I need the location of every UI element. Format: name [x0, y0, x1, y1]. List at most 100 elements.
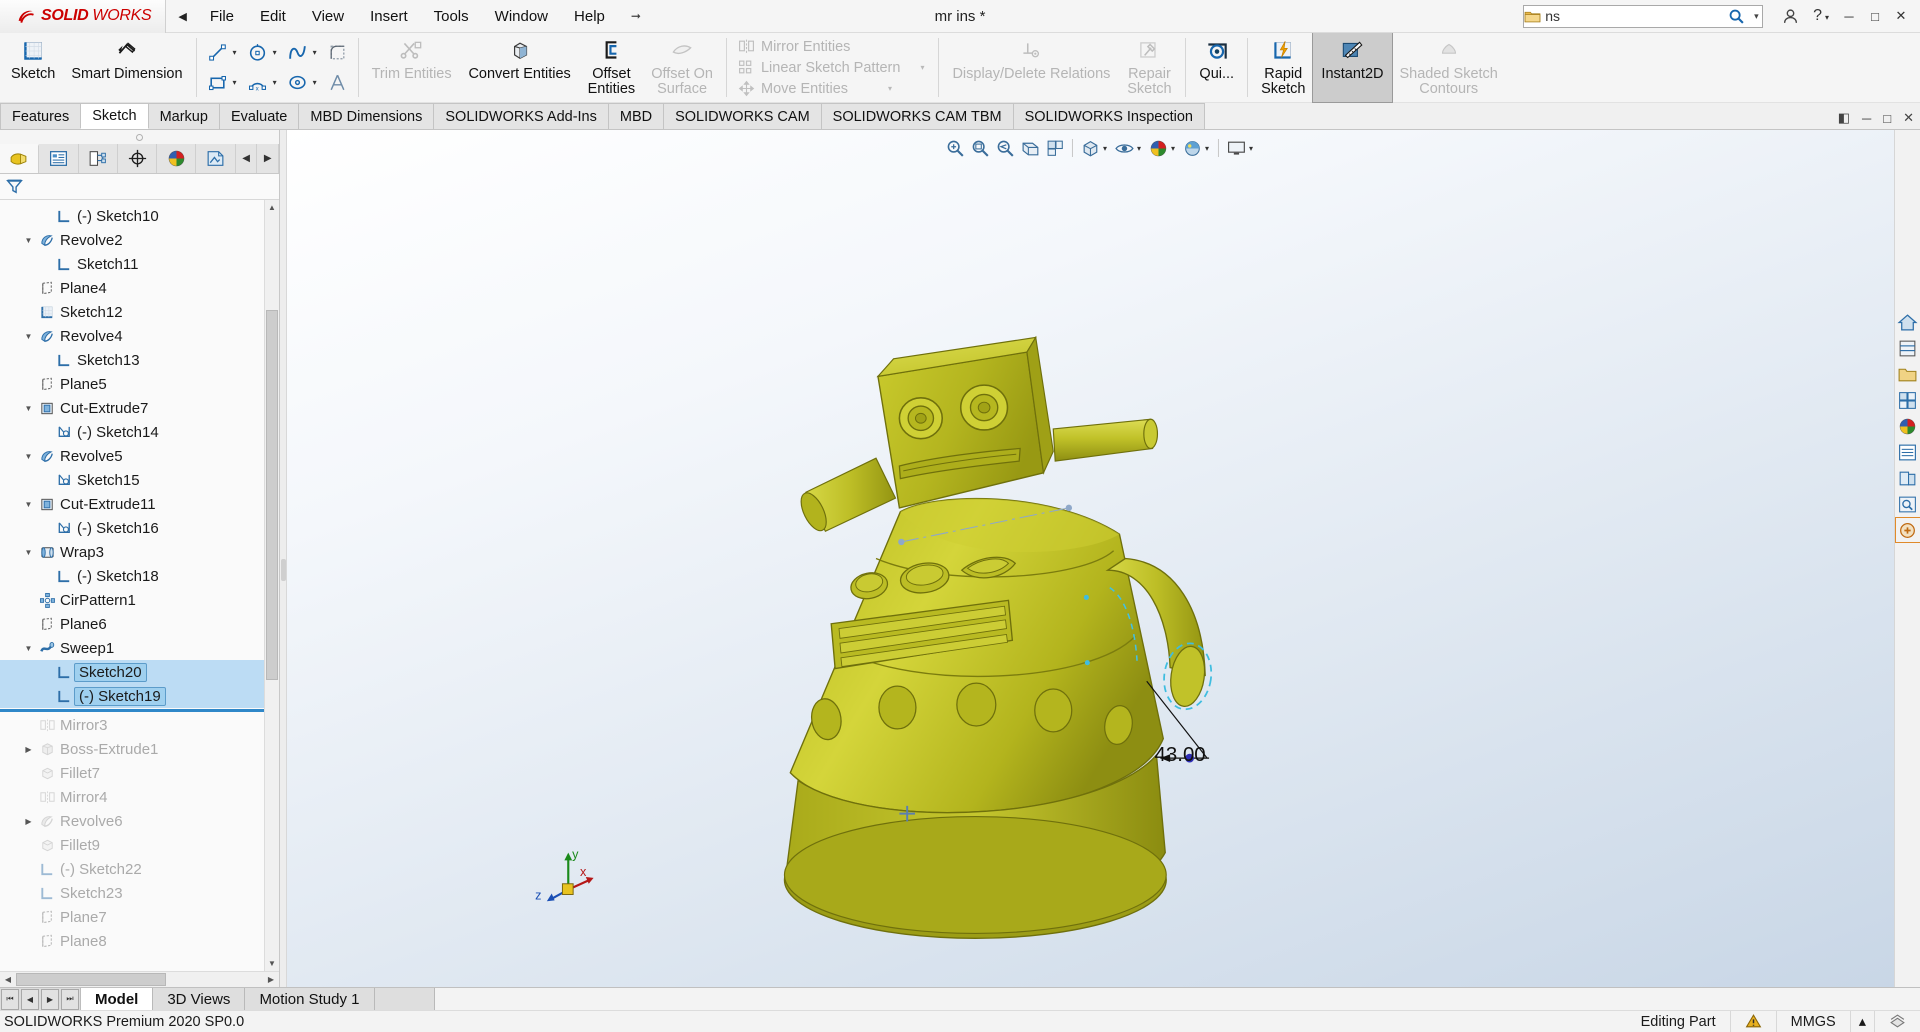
rectangle-tool-button[interactable]	[204, 70, 231, 95]
tab-solidworks-add-ins[interactable]: SOLIDWORKS Add-Ins	[433, 103, 609, 129]
menu-collapse-arrow[interactable]: ◀	[166, 10, 196, 23]
apply-scene-chevron-down-icon[interactable]: ▾	[1205, 144, 1213, 153]
offset-on-surface-button[interactable]: Offset On Surface	[643, 33, 721, 102]
zoom-to-fit-button[interactable]	[943, 136, 967, 160]
zoom-to-area-button[interactable]	[968, 136, 992, 160]
feature-tree-item[interactable]: (-) Sketch14	[0, 420, 279, 444]
window-minimize-icon[interactable]: ─	[1860, 111, 1873, 126]
feature-tree-item[interactable]: ▼Revolve2	[0, 228, 279, 252]
user-account-icon[interactable]	[1775, 8, 1806, 25]
hscrollbar-thumb[interactable]	[16, 973, 166, 986]
feature-tree-item[interactable]: Sketch12	[0, 300, 279, 324]
feature-tree-item[interactable]: ▶Revolve6	[0, 809, 279, 833]
rapid-sketch-button[interactable]: Rapid Sketch	[1253, 33, 1313, 102]
feature-tree-item[interactable]: Plane8	[0, 929, 279, 953]
shaded-sketch-contours-button[interactable]: Shaded Sketch Contours	[1392, 33, 1506, 102]
chevron-down-icon[interactable]: ▼	[21, 452, 36, 461]
library-icon[interactable]	[1896, 336, 1920, 360]
tab-markup[interactable]: Markup	[148, 103, 220, 129]
feature-tree-hscrollbar[interactable]: ◀ ▶	[0, 971, 279, 987]
ellipse-tool-chevron-down-icon[interactable]: ▾	[311, 78, 322, 87]
help-icon[interactable]: ?▾	[1806, 7, 1836, 25]
tab-evaluate[interactable]: Evaluate	[219, 103, 299, 129]
property-manager-tab[interactable]	[39, 144, 78, 173]
restore-panel-icon[interactable]: ◧	[1836, 110, 1852, 126]
instant2d-button[interactable]: Instant2D	[1313, 33, 1391, 102]
tab-mbd-dimensions[interactable]: MBD Dimensions	[298, 103, 434, 129]
tab-features[interactable]: Features	[0, 103, 81, 129]
edit-appearance-chevron-down-icon[interactable]: ▾	[1171, 144, 1179, 153]
tab-sketch[interactable]: Sketch	[80, 103, 148, 129]
feature-tree-item[interactable]: Plane6	[0, 612, 279, 636]
tabs-scroll-arrow-right[interactable]: ▶	[257, 144, 279, 173]
highlighted-tool-icon[interactable]	[1896, 518, 1920, 542]
search-input[interactable]	[1543, 8, 1728, 24]
display-style-chevron-down-icon[interactable]: ▾	[1103, 144, 1111, 153]
ellipse-tool-button[interactable]	[284, 70, 311, 95]
tab-solidworks-inspection[interactable]: SOLIDWORKS Inspection	[1013, 103, 1205, 129]
search-chevron-down-icon[interactable]: ▾	[1751, 11, 1762, 22]
menu-view[interactable]: View	[299, 4, 357, 29]
chevron-right-icon[interactable]: ▶	[21, 817, 36, 826]
menu-help[interactable]: Help	[561, 4, 618, 29]
feature-manager-tab[interactable]	[0, 144, 39, 173]
chevron-down-icon[interactable]: ▼	[21, 548, 36, 557]
feature-tree-item[interactable]: Plane4	[0, 276, 279, 300]
menu-pin-icon[interactable]: ➞	[618, 5, 654, 27]
offset-entities-button[interactable]: Offset Entities	[580, 33, 644, 102]
custom-properties-icon[interactable]	[1896, 440, 1920, 464]
prev-tab-icon[interactable]: ◀	[21, 989, 39, 1010]
linear-sketch-pattern-button[interactable]: Linear Sketch Pattern ▾	[733, 57, 932, 78]
panel-grip-handle[interactable]	[0, 130, 279, 144]
chevron-down-icon[interactable]: ▼	[21, 236, 36, 245]
menu-insert[interactable]: Insert	[357, 4, 421, 29]
search-box[interactable]: ▾	[1523, 5, 1763, 28]
sketch-button[interactable]: Sketch	[3, 33, 63, 102]
menu-edit[interactable]: Edit	[247, 4, 299, 29]
convert-entities-button[interactable]: Convert Entities	[460, 33, 580, 102]
chevron-down-icon[interactable]: ▼	[21, 500, 36, 509]
repair-sketch-button[interactable]: Repair Sketch	[1118, 33, 1180, 102]
bottom-tab-3d-views[interactable]: 3D Views	[153, 988, 245, 1010]
feature-tree-item[interactable]: Sketch15	[0, 468, 279, 492]
hscroll-right-arrow-icon[interactable]: ▶	[263, 975, 279, 984]
feature-tree-item[interactable]: Sketch13	[0, 348, 279, 372]
previous-view-button[interactable]	[993, 136, 1017, 160]
feature-tree-item[interactable]: CirPattern1	[0, 588, 279, 612]
minimize-button[interactable]: ─	[1836, 9, 1862, 24]
trim-entities-button[interactable]: Trim Entities	[364, 33, 460, 102]
feature-tree-item[interactable]: (-) Sketch22	[0, 857, 279, 881]
feature-tree-item[interactable]: Plane5	[0, 372, 279, 396]
feature-tree[interactable]: (-) Sketch10▼Revolve2 Sketch11 Plane4 Sk…	[0, 200, 279, 971]
hide-show-items-chevron-down-icon[interactable]: ▾	[1137, 144, 1145, 153]
feature-tree-item[interactable]: Mirror4	[0, 785, 279, 809]
display-manager-tab[interactable]	[157, 144, 196, 173]
hscroll-left-arrow-icon[interactable]: ◀	[0, 975, 16, 984]
search-library-icon[interactable]	[1896, 492, 1920, 516]
window-maximize-icon[interactable]: □	[1881, 111, 1893, 126]
apply-scene-button[interactable]	[1180, 136, 1204, 160]
circle-tool-button[interactable]	[244, 40, 271, 65]
feature-tree-item[interactable]: ▼Wrap3	[0, 540, 279, 564]
view-settings-chevron-down-icon[interactable]: ▾	[1249, 144, 1257, 153]
feature-tree-item[interactable]: Sketch20	[0, 660, 279, 684]
feature-tree-filter-bar[interactable]	[0, 174, 279, 200]
feature-tree-item[interactable]: ▼Cut-Extrude7	[0, 396, 279, 420]
feature-tree-item[interactable]: ▼Revolve4	[0, 324, 279, 348]
feature-tree-item[interactable]: (-) Sketch18	[0, 564, 279, 588]
feature-tree-item[interactable]: ▼Sweep1	[0, 636, 279, 660]
menu-window[interactable]: Window	[482, 4, 561, 29]
appearances-icon[interactable]	[1896, 414, 1920, 438]
arc-tool-chevron-down-icon[interactable]: ▾	[271, 78, 282, 87]
last-tab-icon[interactable]: ⏭	[61, 989, 79, 1010]
menu-file[interactable]: File	[197, 4, 247, 29]
edit-appearance-button[interactable]	[1146, 136, 1170, 160]
model-3d-view[interactable]: 43.00 y x z	[280, 130, 1920, 987]
section-view-button[interactable]	[1018, 136, 1042, 160]
chevron-down-icon[interactable]: ▼	[21, 644, 36, 653]
line-tool-chevron-down-icon[interactable]: ▾	[231, 48, 242, 57]
render-tab[interactable]	[196, 144, 235, 173]
feature-tree-item[interactable]: ▼Cut-Extrude11	[0, 492, 279, 516]
feature-tree-item[interactable]: Mirror3	[0, 713, 279, 737]
tab-mbd[interactable]: MBD	[608, 103, 664, 129]
